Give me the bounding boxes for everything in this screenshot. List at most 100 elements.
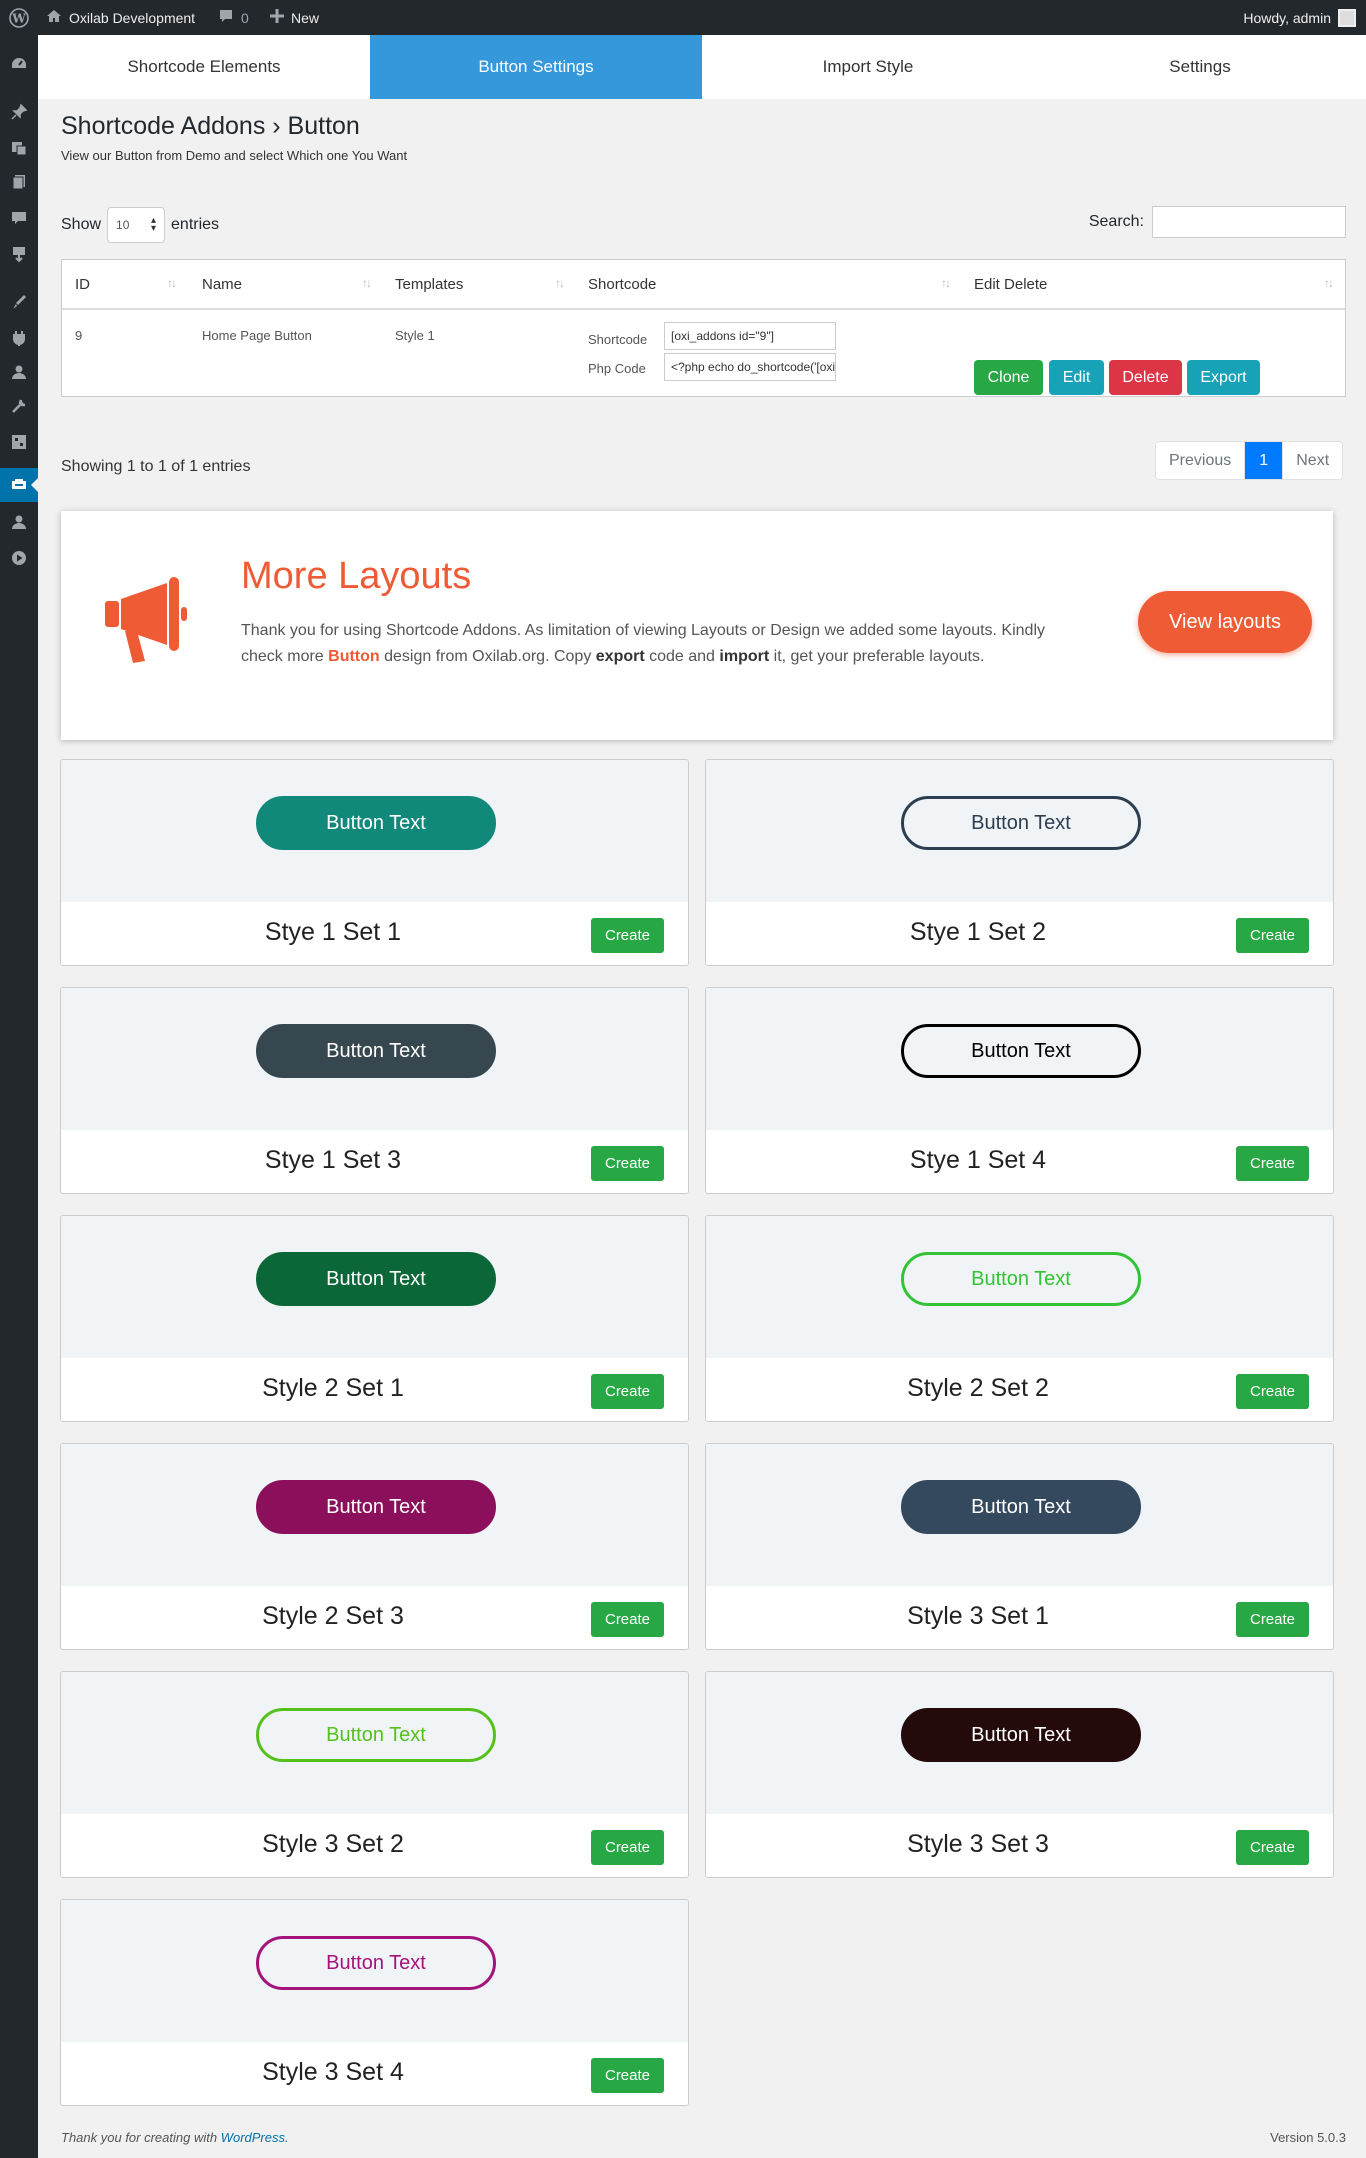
- create-button[interactable]: Create: [591, 1602, 664, 1637]
- entries-length-select[interactable]: 10 ▴ ▾: [107, 207, 166, 243]
- style-card: Button Text Style 3 Set 2 Create: [60, 1671, 689, 1878]
- users-icon[interactable]: [0, 355, 38, 389]
- style-card: Button Text Style 2 Set 3 Create: [60, 1443, 689, 1650]
- tab-button-settings[interactable]: Button Settings: [370, 35, 702, 99]
- col-edit-delete[interactable]: Edit Delete: [974, 276, 1047, 293]
- style-card: Button Text Style 3 Set 3 Create: [705, 1671, 1334, 1878]
- wordpress-link[interactable]: WordPress: [221, 2130, 285, 2145]
- page-title: Shortcode Addons › Button: [61, 112, 360, 140]
- sort-icon[interactable]: ↑↓: [167, 276, 177, 290]
- megaphone-icon: [103, 575, 203, 672]
- style-card-footer: Stye 1 Set 2 Create: [706, 902, 1333, 965]
- sort-icon[interactable]: ↑↓: [941, 276, 951, 290]
- create-button[interactable]: Create: [1236, 1602, 1309, 1637]
- create-button[interactable]: Create: [591, 918, 664, 953]
- preview-button[interactable]: Button Text: [256, 1024, 496, 1078]
- preview-button[interactable]: Button Text: [901, 796, 1141, 850]
- preview-button[interactable]: Button Text: [256, 1480, 496, 1534]
- col-id[interactable]: ID: [75, 276, 90, 293]
- create-button[interactable]: Create: [1236, 1374, 1309, 1409]
- pin-icon[interactable]: [0, 95, 38, 129]
- style-card-footer: Style 2 Set 1 Create: [61, 1358, 688, 1421]
- col-templates[interactable]: Templates: [395, 276, 463, 293]
- comments-icon[interactable]: [0, 201, 38, 235]
- create-button[interactable]: Create: [591, 1146, 664, 1181]
- comments-count: 0: [241, 9, 249, 26]
- style-name: Stye 1 Set 2: [909, 918, 1047, 946]
- promo-text-part: design from Oxilab.org. Copy: [379, 648, 596, 665]
- style-card: Button Text Style 2 Set 1 Create: [60, 1215, 689, 1422]
- pagination-previous[interactable]: Previous: [1156, 442, 1244, 479]
- style-preview-area: Button Text: [706, 1216, 1333, 1358]
- play-icon[interactable]: [0, 541, 38, 575]
- style-card-footer: Style 2 Set 2 Create: [706, 1358, 1333, 1421]
- create-button[interactable]: Create: [591, 2058, 664, 2093]
- sort-icon[interactable]: ↑↓: [555, 276, 565, 290]
- sort-icon[interactable]: ↑↓: [362, 276, 372, 290]
- tab-import-style[interactable]: Import Style: [702, 35, 1034, 99]
- wordpress-logo-icon[interactable]: W: [6, 0, 32, 35]
- style-card-footer: Style 2 Set 3 Create: [61, 1586, 688, 1649]
- preview-button[interactable]: Button Text: [256, 796, 496, 850]
- tab-bar: Shortcode Elements Button Settings Impor…: [38, 35, 1366, 99]
- preview-button[interactable]: Button Text: [256, 1708, 496, 1762]
- pagination-next[interactable]: Next: [1282, 442, 1342, 479]
- style-preview-area: Button Text: [61, 988, 688, 1130]
- style-card: Button Text Stye 1 Set 1 Create: [60, 759, 689, 966]
- preview-button[interactable]: Button Text: [901, 1480, 1141, 1534]
- media-icon[interactable]: [0, 131, 38, 165]
- show-label: Show: [61, 216, 102, 233]
- style-name: Style 2 Set 3: [262, 1602, 404, 1630]
- delete-button[interactable]: Delete: [1109, 360, 1182, 395]
- php-code-input[interactable]: <?php echo do_shortcode('[oxi_addons id=…: [664, 353, 836, 381]
- shortcode-input[interactable]: [oxi_addons id="9"]: [664, 322, 836, 350]
- profile-icon[interactable]: [0, 505, 38, 539]
- col-shortcode[interactable]: Shortcode: [588, 276, 656, 293]
- tab-shortcode-elements[interactable]: Shortcode Elements: [38, 35, 370, 99]
- style-preview-area: Button Text: [61, 1444, 688, 1586]
- search-control: Search:: [1089, 206, 1346, 238]
- create-button[interactable]: Create: [1236, 1146, 1309, 1181]
- feedback-icon[interactable]: [0, 237, 38, 271]
- preview-button[interactable]: Button Text: [256, 1252, 496, 1306]
- shortcode-addons-menu-icon[interactable]: [0, 468, 38, 502]
- view-layouts-button[interactable]: View layouts: [1138, 591, 1312, 653]
- create-button[interactable]: Create: [591, 1374, 664, 1409]
- style-preview-area: Button Text: [61, 760, 688, 902]
- pages-icon[interactable]: [0, 165, 38, 199]
- my-account-link[interactable]: Howdy, admin: [1243, 0, 1356, 35]
- row-template: Style 1: [395, 328, 435, 343]
- plugins-icon[interactable]: [0, 321, 38, 355]
- tools-icon[interactable]: [0, 389, 38, 423]
- sort-icon[interactable]: ↑↓: [1324, 276, 1334, 290]
- edit-button[interactable]: Edit: [1049, 360, 1104, 395]
- clone-button[interactable]: Clone: [974, 360, 1043, 395]
- site-name-link[interactable]: Oxilab Development: [46, 0, 195, 35]
- preview-button[interactable]: Button Text: [901, 1024, 1141, 1078]
- search-input[interactable]: [1152, 206, 1346, 238]
- style-card-footer: Stye 1 Set 3 Create: [61, 1130, 688, 1193]
- preview-button[interactable]: Button Text: [901, 1708, 1141, 1762]
- promo-bold-export: export: [595, 648, 645, 665]
- settings-icon[interactable]: [0, 425, 38, 459]
- style-card-footer: Style 3 Set 1 Create: [706, 1586, 1333, 1649]
- export-button[interactable]: Export: [1187, 360, 1260, 395]
- tab-settings[interactable]: Settings: [1034, 35, 1366, 99]
- promo-bold-import: import: [719, 648, 770, 665]
- col-name[interactable]: Name: [202, 276, 242, 293]
- pagination: Previous 1 Next: [1155, 441, 1344, 480]
- style-preview-area: Button Text: [706, 1672, 1333, 1814]
- style-preview-area: Button Text: [706, 1444, 1333, 1586]
- comments-link[interactable]: 0: [218, 0, 249, 35]
- create-button[interactable]: Create: [591, 1830, 664, 1865]
- appearance-icon[interactable]: [0, 285, 38, 319]
- create-button[interactable]: Create: [1236, 918, 1309, 953]
- promo-highlight-link[interactable]: Button: [328, 648, 380, 665]
- create-button[interactable]: Create: [1236, 1830, 1309, 1865]
- new-content-link[interactable]: New: [270, 0, 319, 35]
- dashboard-icon[interactable]: [0, 47, 38, 81]
- pagination-page-1[interactable]: 1: [1244, 442, 1283, 479]
- preview-button[interactable]: Button Text: [256, 1936, 496, 1990]
- preview-button[interactable]: Button Text: [901, 1252, 1141, 1306]
- style-name: Stye 1 Set 3: [264, 1146, 402, 1174]
